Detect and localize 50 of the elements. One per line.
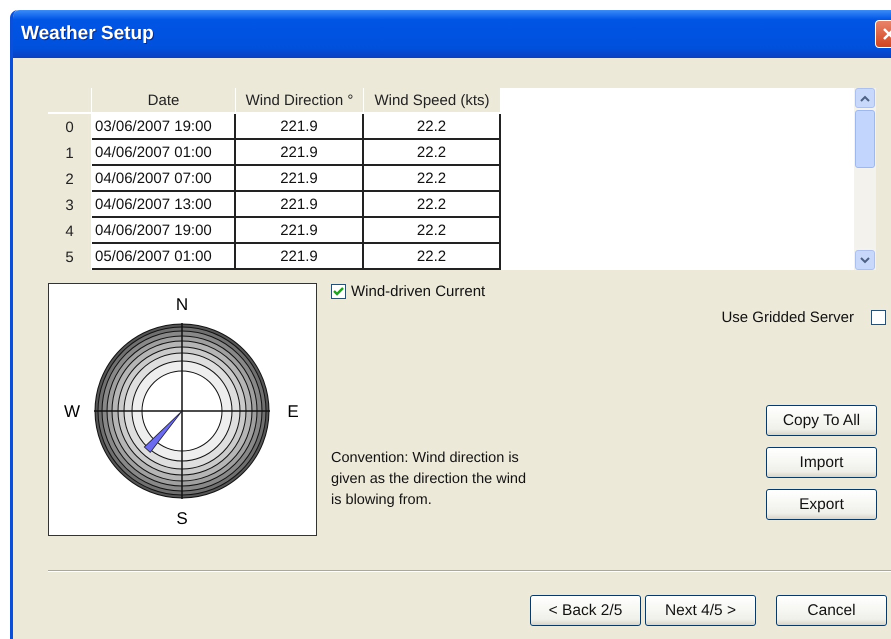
column-header: Wind Direction ° [236, 88, 364, 112]
row-header: 2 [48, 166, 92, 193]
table-cell: 221.9 [236, 218, 364, 244]
column-header: Date [92, 88, 236, 112]
row-header: 4 [48, 218, 92, 245]
column-header: Wind Speed (kts) [364, 88, 501, 112]
checkbox[interactable] [331, 284, 346, 299]
compass-label: E [287, 402, 299, 421]
table-cell: 05/06/2007 01:00 [92, 244, 236, 270]
convention-note: Convention: Wind direction is given as the direction the wind is blowing from. [331, 449, 528, 510]
table-cell: 04/06/2007 19:00 [92, 218, 236, 244]
row-header: 1 [48, 140, 92, 167]
caret-down-icon [860, 256, 870, 264]
scroll-up-button[interactable] [855, 88, 875, 108]
caret-up-icon [860, 94, 870, 102]
checkbox-label: Use Gridded Server [721, 309, 854, 326]
compass-label: S [176, 509, 188, 528]
scrollbar-thumb[interactable] [855, 110, 875, 168]
table-cell: 221.9 [236, 192, 364, 218]
window-title: Weather Setup [21, 23, 154, 45]
action-button[interactable]: Copy To All [766, 405, 877, 436]
check-icon [333, 286, 344, 297]
nav-button[interactable]: Cancel [776, 595, 887, 626]
row-header: 3 [48, 192, 92, 219]
checkbox[interactable] [871, 310, 886, 325]
scroll-down-button[interactable] [855, 250, 875, 270]
table-cell: 221.9 [236, 244, 364, 270]
row-header: 0 [48, 114, 92, 141]
table-cell: 22.2 [364, 192, 501, 218]
table-cell: 221.9 [236, 114, 364, 140]
table-cell: 22.2 [364, 140, 501, 166]
action-button[interactable]: Export [766, 489, 877, 520]
table-cell: 04/06/2007 07:00 [92, 166, 236, 192]
table-cell: 221.9 [236, 140, 364, 166]
row-header: 5 [48, 244, 92, 270]
table-cell: 22.2 [364, 218, 501, 244]
table-cell: 221.9 [236, 166, 364, 192]
wind-arrow-icon [144, 410, 182, 453]
nav-button[interactable]: Next 4/5 > [645, 595, 756, 626]
table-cell: 22.2 [364, 114, 501, 140]
table-cell: 22.2 [364, 244, 501, 270]
compass-label: N [176, 295, 188, 314]
table-cell: 03/06/2007 19:00 [92, 114, 236, 140]
table-cell: 04/06/2007 13:00 [92, 192, 236, 218]
table-cell: 22.2 [364, 166, 501, 192]
nav-button[interactable]: < Back 2/5 [530, 595, 641, 626]
compass-label: W [64, 402, 80, 421]
table-cell: 04/06/2007 01:00 [92, 140, 236, 166]
checkbox-label: Wind-driven Current [351, 283, 486, 300]
action-button[interactable]: Import [766, 447, 877, 478]
